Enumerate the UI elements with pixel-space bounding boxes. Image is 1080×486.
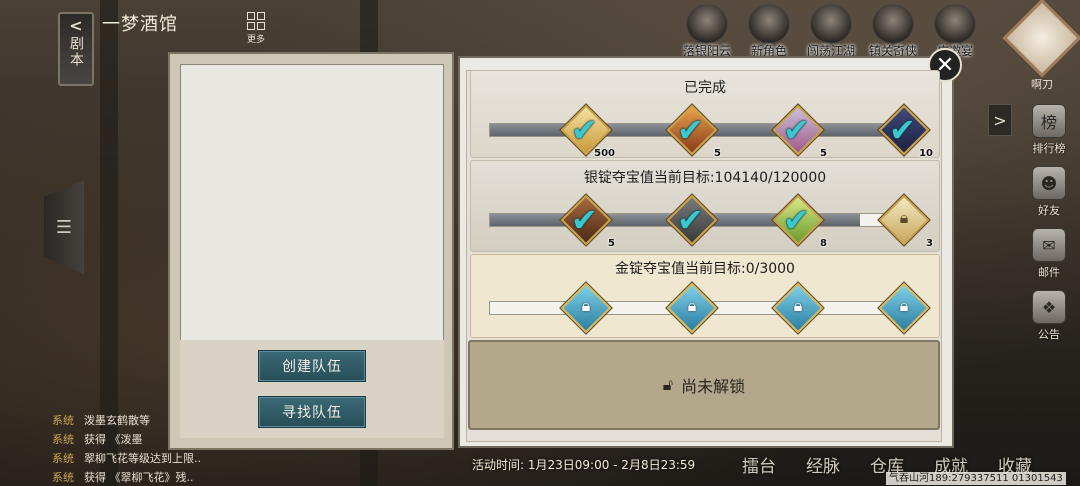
nav-item-mail[interactable]: ✉ 邮件 bbox=[1024, 228, 1074, 280]
reward-item-locked[interactable]: 🔒︎ bbox=[878, 282, 930, 334]
page-title: 一梦酒馆 bbox=[102, 14, 178, 35]
check-icon: ✔ bbox=[889, 111, 916, 149]
character-portrait-icon bbox=[810, 4, 852, 44]
reward-item[interactable]: ✔ 10 bbox=[878, 104, 933, 159]
create-team-button[interactable]: 创建队伍 bbox=[258, 350, 366, 382]
reward-item[interactable]: ✔ 5 bbox=[666, 104, 721, 159]
tier-title: 已完成 bbox=[684, 80, 726, 96]
nav-item-announcement[interactable]: ❖ 公告 bbox=[1024, 290, 1074, 342]
lock-icon: 🔒︎ bbox=[687, 296, 697, 315]
reward-item-locked[interactable]: 🔒︎ bbox=[772, 282, 824, 334]
check-icon: ✔ bbox=[677, 111, 704, 149]
lock-icon: 🔒︎ bbox=[793, 296, 803, 315]
event-icon[interactable]: 闯荡江湖 bbox=[806, 4, 856, 59]
chat-text: 泼墨玄鹤散等 bbox=[84, 413, 150, 427]
friends-icon: ☻ bbox=[1032, 166, 1066, 200]
back-button[interactable]: < 剧本 bbox=[58, 12, 94, 86]
reward-quantity: 10 bbox=[919, 148, 933, 159]
lock-icon: 🔒︎ bbox=[899, 296, 909, 315]
tier-completed: 已完成 ✔ 500 ✔ 5 ✔ 5 ✔ 10 bbox=[470, 70, 940, 159]
character-portrait-icon bbox=[934, 4, 976, 44]
chevron-right-icon[interactable]: > bbox=[988, 104, 1012, 136]
character-portrait-icon bbox=[748, 4, 790, 44]
reward-quantity: 5 bbox=[714, 148, 721, 159]
reward-item[interactable]: ✔ 5 bbox=[772, 104, 827, 159]
reward-quantity: 500 bbox=[594, 148, 615, 159]
chat-text: 获得 《翠柳飞花》残.. bbox=[84, 470, 194, 484]
ranking-icon: 榜 bbox=[1032, 104, 1066, 138]
nav-label: 邮件 bbox=[1038, 266, 1060, 279]
chat-tag: 系统 bbox=[52, 413, 74, 427]
more-button[interactable]: 更多 bbox=[243, 12, 269, 45]
tier-title: 银锭夺宝值当前目标:104140/120000 bbox=[583, 170, 827, 186]
player-name: 啊刀 bbox=[1031, 78, 1053, 91]
nav-item-ranking[interactable]: 榜 排行榜 bbox=[1024, 104, 1074, 156]
check-icon: ✔ bbox=[783, 111, 810, 149]
menu-item-arena[interactable]: 擂台 bbox=[742, 452, 776, 477]
reward-item[interactable]: ✔ bbox=[666, 194, 718, 246]
back-label: 剧本 bbox=[68, 36, 84, 68]
nav-label: 好友 bbox=[1038, 204, 1060, 217]
menu-icon: ☰ bbox=[55, 216, 73, 238]
tier-gold: 金锭夺宝值当前目标:0/3000 🔒︎ 🔒︎ 🔒︎ 🔒︎ bbox=[470, 254, 940, 338]
chat-tag: 系统 bbox=[52, 470, 74, 484]
more-label: 更多 bbox=[246, 35, 265, 45]
reward-quantity: 5 bbox=[820, 148, 827, 159]
lock-icon: 🔒︎ bbox=[581, 296, 591, 315]
lock-icon: 🔒︎ bbox=[899, 208, 909, 227]
tier-title: 金锭夺宝值当前目标:0/3000 bbox=[615, 261, 795, 277]
chat-tag: 系统 bbox=[52, 432, 74, 446]
team-panel: 创建队伍 寻找队伍 bbox=[168, 52, 454, 450]
nav-item-friends[interactable]: ☻ 好友 bbox=[1024, 166, 1074, 218]
character-portrait-icon bbox=[872, 4, 914, 44]
check-icon: ✔ bbox=[571, 201, 598, 239]
right-side-nav: 榜 排行榜 ☻ 好友 ✉ 邮件 ❖ 公告 bbox=[1024, 104, 1074, 352]
chevron-left-icon: < bbox=[69, 16, 83, 35]
mail-icon: ✉ bbox=[1032, 228, 1066, 262]
tier-locked: 🔓︎ 尚未解锁 bbox=[468, 340, 940, 430]
chat-text: 翠柳飞花等级达到上限.. bbox=[84, 451, 201, 465]
chat-message: 系统 获得 《翠柳飞花》残.. bbox=[52, 467, 242, 486]
check-icon: ✔ bbox=[783, 201, 810, 239]
reward-item-locked[interactable]: 🔒︎ bbox=[560, 282, 612, 334]
avatar-frame bbox=[1002, 0, 1080, 78]
reward-item[interactable]: ✔ 500 bbox=[560, 104, 615, 159]
reward-item-locked[interactable]: 🔒︎ 3 bbox=[878, 194, 933, 249]
activity-time: 活动时间: 1月23日09:00 - 2月8日23:59 bbox=[472, 458, 696, 472]
chat-message: 系统 翠柳飞花等级达到上限.. bbox=[52, 448, 242, 467]
event-icon[interactable]: 镇关奇侠 bbox=[868, 4, 918, 59]
reward-quantity: 5 bbox=[608, 238, 615, 249]
locked-label: 尚未解锁 bbox=[681, 377, 746, 396]
reward-item-locked[interactable]: 🔒︎ bbox=[666, 282, 718, 334]
character-portrait-icon bbox=[686, 4, 728, 44]
check-icon: ✔ bbox=[677, 201, 704, 239]
find-team-button[interactable]: 寻找队伍 bbox=[258, 396, 366, 428]
grid-icon bbox=[243, 12, 269, 30]
chat-tag: 系统 bbox=[52, 451, 74, 465]
tier-silver: 银锭夺宝值当前目标:104140/120000 ✔ 5 ✔ ✔ 8 🔒︎ 3 bbox=[470, 160, 940, 252]
nav-label: 公告 bbox=[1038, 328, 1060, 341]
nav-label: 排行榜 bbox=[1032, 142, 1066, 155]
reward-quantity: 8 bbox=[820, 238, 827, 249]
lock-icon: 🔓︎ bbox=[662, 375, 674, 394]
check-icon: ✔ bbox=[571, 111, 598, 149]
event-icon[interactable]: 落银阳云 bbox=[682, 4, 732, 59]
announcement-icon: ❖ bbox=[1032, 290, 1066, 324]
event-icon[interactable]: 新角色 bbox=[744, 4, 794, 59]
player-avatar[interactable]: 啊刀 bbox=[1002, 0, 1080, 92]
menu-item-meridian[interactable]: 经脉 bbox=[806, 452, 840, 477]
chat-text: 获得 《泼墨 bbox=[84, 432, 143, 446]
server-info: 气吞山河189:279337511 01301543 bbox=[886, 472, 1066, 485]
reward-item[interactable]: ✔ 8 bbox=[772, 194, 827, 249]
reward-item[interactable]: ✔ 5 bbox=[560, 194, 615, 249]
reward-quantity: 3 bbox=[926, 238, 933, 249]
